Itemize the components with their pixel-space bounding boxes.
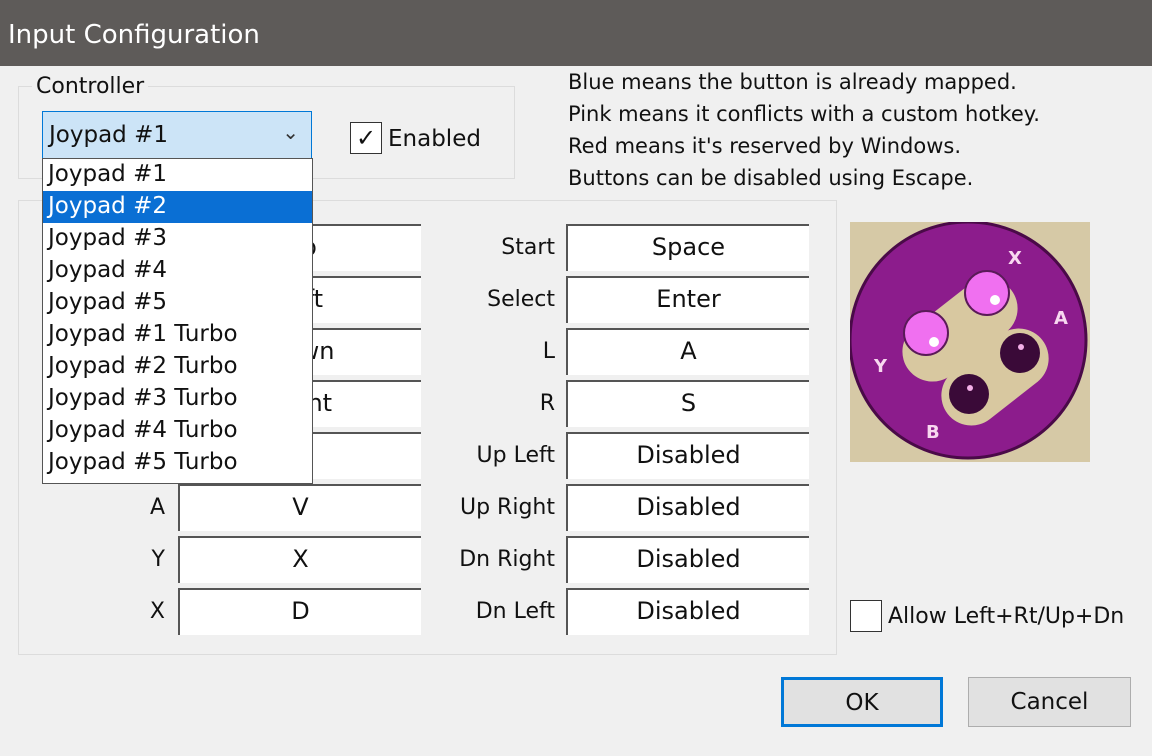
controller-group-label: Controller [32, 74, 149, 99]
cancel-button[interactable]: Cancel [968, 677, 1131, 727]
right-mapping-label: L [542, 339, 555, 364]
left-mapping-label: X [149, 599, 165, 624]
right-mapping-field[interactable]: Disabled [566, 588, 809, 635]
left-mapping-label: Y [151, 547, 165, 572]
right-mapping-field[interactable]: S [566, 380, 809, 427]
title-bar: Input Configuration [0, 0, 1152, 66]
left-mapping-field[interactable]: X [178, 536, 421, 583]
right-mapping-field[interactable]: Space [566, 224, 809, 271]
info-line: Blue means the button is already mapped. [568, 70, 1017, 94]
dropdown-option[interactable]: Joypad #3 Turbo [43, 383, 312, 415]
right-mapping-label: Dn Right [459, 547, 555, 572]
info-line: Pink means it conflicts with a custom ho… [568, 102, 1040, 126]
dropdown-option[interactable]: Joypad #2 [43, 191, 312, 223]
right-mapping-field[interactable]: Disabled [566, 432, 809, 479]
right-mapping-label: R [539, 391, 555, 416]
left-mapping-field[interactable]: D [178, 588, 421, 635]
info-line: Buttons can be disabled using Escape. [568, 166, 974, 190]
right-mapping-field[interactable]: Enter [566, 276, 809, 323]
dropdown-option[interactable]: Joypad #5 [43, 287, 312, 319]
dropdown-option[interactable]: Joypad #1 Turbo [43, 319, 312, 351]
b-button-label: B [926, 422, 940, 443]
right-mapping-label: Up Left [476, 443, 555, 468]
dropdown-option[interactable]: Joypad #2 Turbo [43, 351, 312, 383]
right-mapping-label: Select [487, 287, 555, 312]
info-line: Red means it's reserved by Windows. [568, 134, 961, 158]
dropdown-option[interactable]: Joypad #4 [43, 255, 312, 287]
right-mapping-field[interactable]: A [566, 328, 809, 375]
left-mapping-label: A [149, 495, 165, 520]
chevron-down-icon: ⌄ [282, 120, 299, 144]
dropdown-option[interactable]: Joypad #3 [43, 223, 312, 255]
left-mapping-field[interactable]: V [178, 484, 421, 531]
a-button-label: A [1054, 308, 1068, 329]
controller-buttons-image: X A Y B [850, 222, 1090, 462]
allow-opposite-checkbox[interactable] [850, 600, 882, 632]
window-title: Input Configuration [8, 20, 260, 50]
right-mapping-field[interactable]: Disabled [566, 484, 809, 531]
controller-select[interactable]: Joypad #1 ⌄ [42, 111, 312, 159]
check-icon: ✓ [355, 124, 377, 152]
right-mapping-label: Start [501, 235, 555, 260]
right-mapping-label: Up Right [460, 495, 555, 520]
controller-dropdown-list[interactable]: Joypad #1 Joypad #2 Joypad #3 Joypad #4 Joyp… [42, 158, 313, 484]
ok-button[interactable]: OK [781, 677, 943, 727]
controller-select-value: Joypad #1 [49, 122, 168, 148]
right-mapping-field[interactable]: Disabled [566, 536, 809, 583]
right-mapping-label: Dn Left [475, 599, 555, 624]
dropdown-option[interactable]: Joypad #1 [43, 159, 312, 191]
y-button-label: Y [873, 356, 888, 377]
enabled-label: Enabled [388, 126, 481, 152]
enabled-checkbox[interactable]: ✓ [350, 122, 382, 154]
dropdown-option[interactable]: Joypad #5 Turbo [43, 447, 312, 479]
x-button-label: X [1008, 248, 1022, 269]
allow-opposite-label: Allow Left+Rt/Up+Dn [888, 604, 1125, 629]
dropdown-option[interactable]: Joypad #4 Turbo [43, 415, 312, 447]
